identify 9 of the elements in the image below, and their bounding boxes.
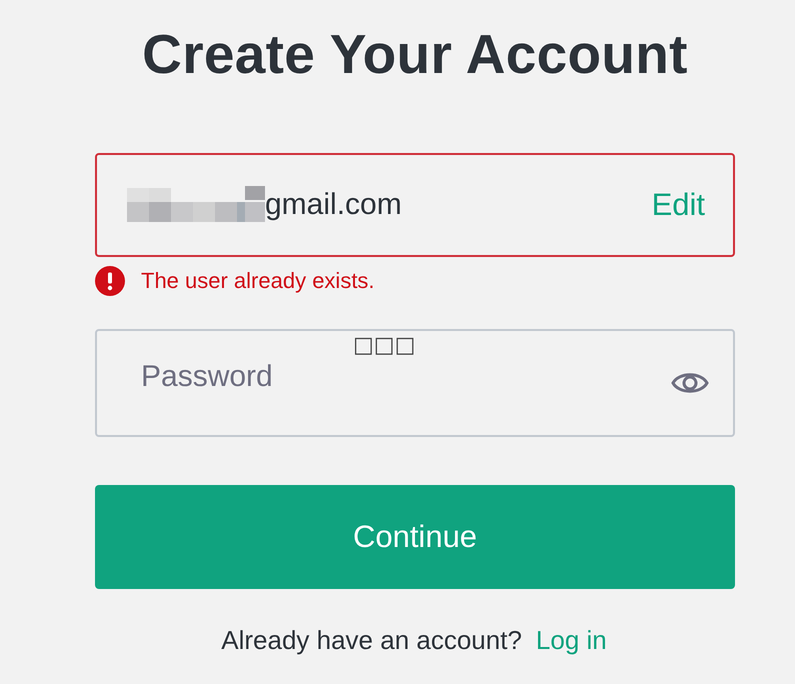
edit-link[interactable]: Edit xyxy=(652,187,705,223)
email-field[interactable]: gmail.com Edit xyxy=(95,153,735,257)
page-title: Create Your Account xyxy=(142,22,688,86)
error-message: The user already exists. xyxy=(141,268,375,294)
login-link[interactable]: Log in xyxy=(536,625,607,656)
missing-glyph-text: □□□ xyxy=(353,333,416,358)
login-prompt: Already have an account? xyxy=(221,625,522,656)
continue-button[interactable]: Continue xyxy=(95,485,735,589)
email-text: gmail.com xyxy=(265,188,402,222)
